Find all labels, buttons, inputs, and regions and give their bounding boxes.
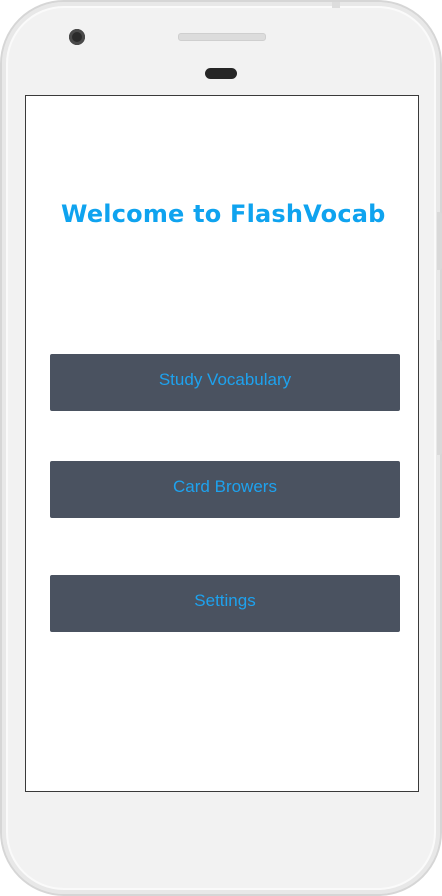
settings-button[interactable]: Settings <box>50 575 400 632</box>
welcome-title: Welcome to FlashVocab <box>61 200 386 228</box>
phone-frame: Welcome to FlashVocab Study Vocabulary C… <box>0 0 442 896</box>
card-browser-button[interactable]: Card Browers <box>50 461 400 518</box>
phone-top-nub <box>332 2 340 8</box>
proximity-sensor <box>205 68 237 79</box>
study-vocabulary-button[interactable]: Study Vocabulary <box>50 354 400 411</box>
earpiece-speaker <box>178 33 266 41</box>
front-camera <box>69 29 85 45</box>
volume-button <box>437 212 442 270</box>
app-screen: Welcome to FlashVocab Study Vocabulary C… <box>25 95 419 792</box>
power-button <box>437 340 442 455</box>
